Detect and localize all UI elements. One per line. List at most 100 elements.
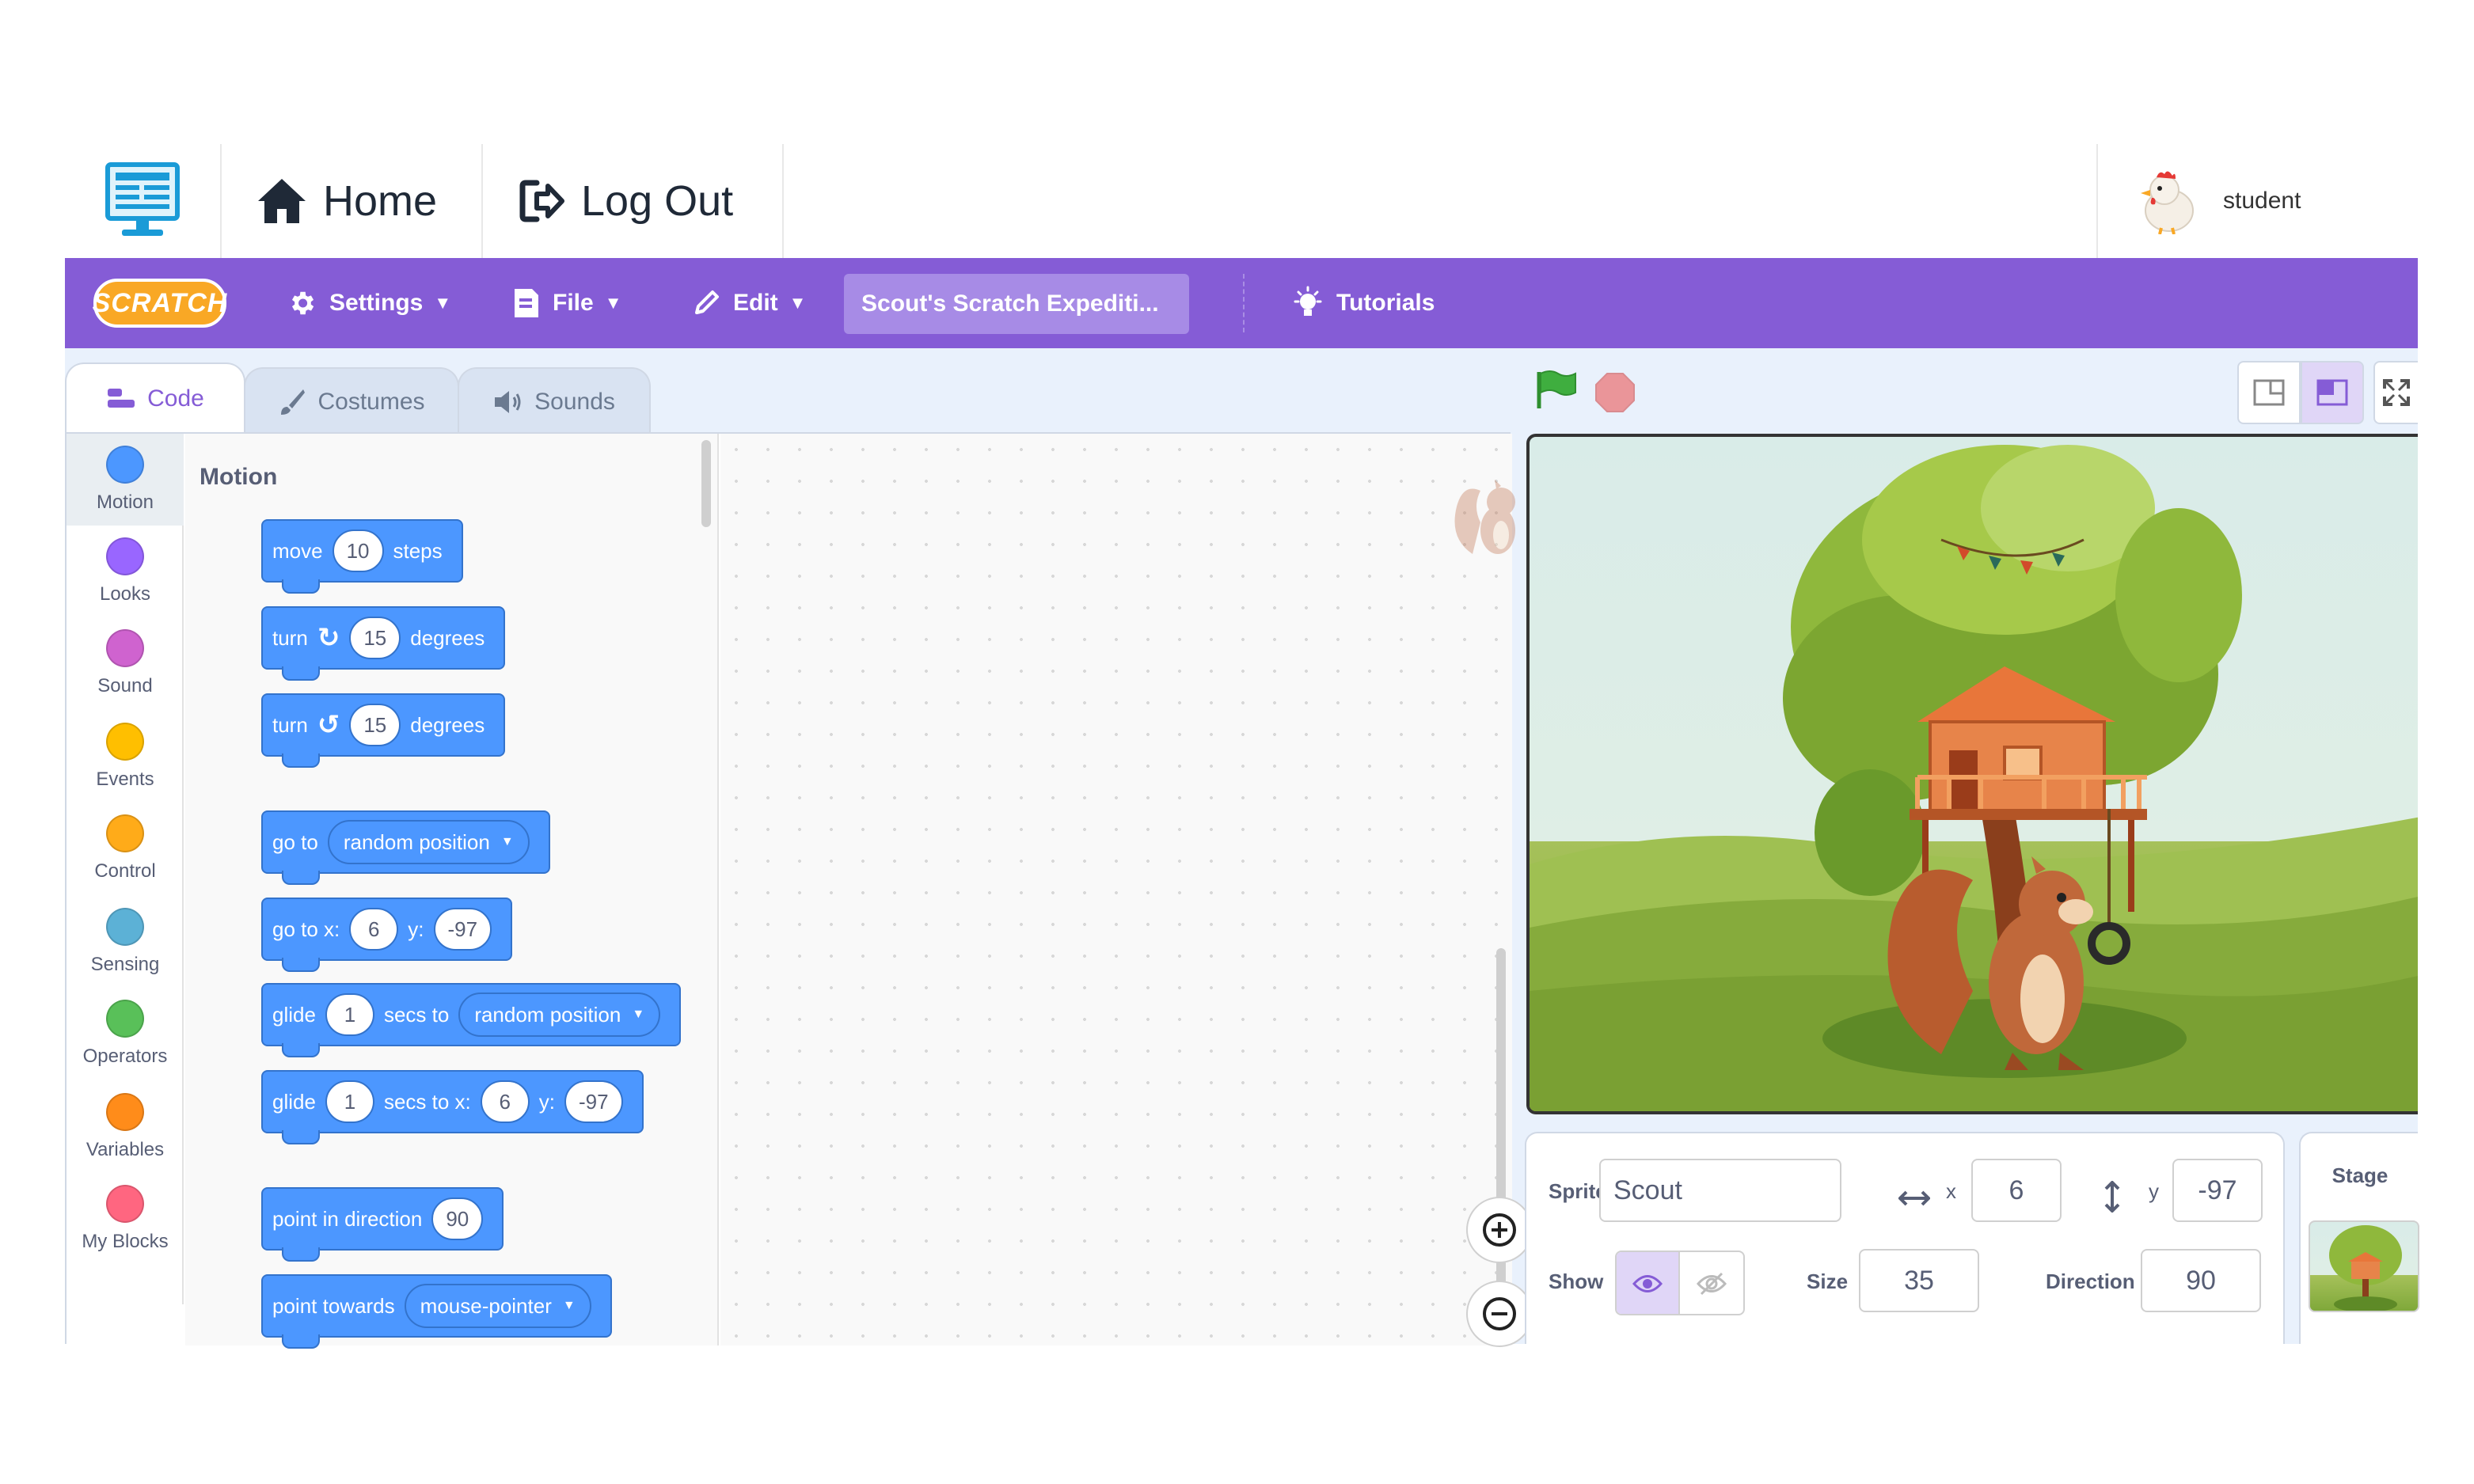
site-header: Home Log Out student bbox=[65, 144, 2418, 258]
project-title-input[interactable]: Scout's Scratch Expediti... bbox=[844, 274, 1189, 334]
category-label: My Blocks bbox=[82, 1231, 169, 1252]
block-number-input[interactable]: 1 bbox=[325, 993, 374, 1036]
block-number-input[interactable]: -97 bbox=[433, 908, 492, 951]
category-label: Variables bbox=[86, 1139, 165, 1160]
palette-scrollbar[interactable] bbox=[701, 440, 711, 527]
block-number-input[interactable]: -97 bbox=[564, 1080, 623, 1123]
category-looks[interactable]: Looks bbox=[67, 526, 184, 617]
normal-stage-icon bbox=[2316, 379, 2348, 406]
category-my-blocks[interactable]: My Blocks bbox=[67, 1173, 184, 1265]
site-logo[interactable] bbox=[65, 144, 222, 258]
vertical-arrows-icon bbox=[2104, 1181, 2120, 1213]
block-go-to-xy[interactable]: go to x: 6 y: -97 bbox=[261, 898, 513, 972]
menu-divider bbox=[1243, 274, 1245, 332]
zoom-in-button[interactable] bbox=[1466, 1197, 1533, 1263]
brush-icon bbox=[281, 389, 306, 415]
block-glide-xy[interactable]: glide 1 secs to x: 6 y: -97 bbox=[261, 1070, 644, 1144]
block-number-input[interactable]: 6 bbox=[480, 1080, 530, 1123]
block-dropdown[interactable]: random position bbox=[327, 820, 530, 864]
block-dropdown[interactable]: mouse-pointer bbox=[404, 1284, 591, 1328]
show-label: Show bbox=[1549, 1270, 1604, 1293]
chevron-down-icon: ▼ bbox=[604, 293, 622, 313]
edit-label: Edit bbox=[733, 290, 778, 316]
category-events[interactable]: Events bbox=[67, 711, 184, 803]
direction-input[interactable]: 90 bbox=[2141, 1249, 2261, 1312]
small-stage-icon bbox=[2253, 379, 2285, 406]
settings-menu[interactable]: Settings ▼ bbox=[287, 258, 451, 348]
block-text: secs to x: bbox=[383, 1089, 471, 1114]
stage-panel-title: Stage bbox=[2331, 1163, 2388, 1187]
block-point-in-direction[interactable]: point in direction 90 bbox=[261, 1187, 504, 1262]
file-label: File bbox=[553, 290, 594, 316]
chicken-avatar-icon bbox=[2141, 171, 2194, 234]
tab-costumes[interactable]: Costumes bbox=[244, 367, 459, 435]
block-glide-to[interactable]: glide 1 secs to random position bbox=[261, 983, 682, 1057]
block-turn-left[interactable]: turn ↺ 15 degrees bbox=[261, 693, 506, 768]
block-number-input[interactable]: 15 bbox=[349, 704, 401, 746]
fullscreen-button[interactable] bbox=[2373, 361, 2418, 424]
category-sound[interactable]: Sound bbox=[67, 617, 184, 709]
category-label: Looks bbox=[99, 583, 151, 605]
block-number-input[interactable]: 15 bbox=[349, 617, 401, 659]
stage-selector-panel[interactable]: Stage bbox=[2299, 1132, 2419, 1344]
tab-sounds[interactable]: Sounds bbox=[458, 367, 651, 435]
size-label: Size bbox=[1807, 1270, 1849, 1293]
category-dot bbox=[106, 1000, 144, 1038]
home-link[interactable]: Home bbox=[222, 144, 483, 258]
user-name: student bbox=[2223, 188, 2301, 214]
tutorials-button[interactable]: Tutorials bbox=[1292, 258, 1435, 348]
block-number-input[interactable]: 6 bbox=[349, 908, 399, 951]
small-stage-button[interactable] bbox=[2237, 361, 2301, 424]
script-area[interactable] bbox=[720, 434, 1533, 1347]
logout-link[interactable]: Log Out bbox=[483, 144, 784, 258]
normal-stage-button[interactable] bbox=[2301, 361, 2364, 424]
category-dot bbox=[106, 723, 144, 761]
block-number-input[interactable]: 90 bbox=[431, 1197, 484, 1240]
horizontal-arrows-icon bbox=[1898, 1190, 1930, 1206]
treehouse-backdrop bbox=[1530, 445, 2418, 1111]
file-icon bbox=[515, 289, 538, 317]
user-menu[interactable]: student bbox=[2096, 144, 2418, 258]
tab-code[interactable]: Code bbox=[65, 362, 245, 434]
scratch-logo[interactable]: SCRATCH bbox=[93, 279, 226, 328]
block-text: move bbox=[272, 538, 323, 563]
show-toggle bbox=[1615, 1251, 1745, 1315]
stage-canvas[interactable] bbox=[1526, 434, 2418, 1114]
block-text: point towards bbox=[272, 1293, 395, 1318]
block-dropdown[interactable]: random position bbox=[458, 992, 661, 1037]
green-flag-icon[interactable] bbox=[1534, 369, 1579, 410]
block-number-input[interactable]: 1 bbox=[325, 1080, 374, 1123]
block-text: secs to bbox=[383, 1002, 450, 1027]
block-text: degrees bbox=[410, 712, 485, 737]
edit-menu[interactable]: Edit ▼ bbox=[692, 258, 806, 348]
block-number-input[interactable]: 10 bbox=[332, 529, 384, 572]
block-text: y: bbox=[408, 917, 424, 941]
file-menu[interactable]: File ▼ bbox=[513, 258, 621, 348]
block-point-towards[interactable]: point towards mouse-pointer bbox=[261, 1274, 612, 1349]
block-move-steps[interactable]: move 10 steps bbox=[261, 519, 463, 594]
category-variables[interactable]: Variables bbox=[67, 1081, 184, 1173]
category-dot bbox=[106, 446, 144, 484]
category-motion[interactable]: Motion bbox=[67, 434, 184, 526]
block-turn-right[interactable]: turn ↻ 15 degrees bbox=[261, 606, 506, 681]
category-dot bbox=[106, 908, 144, 946]
category-operators[interactable]: Operators bbox=[67, 988, 184, 1080]
category-control[interactable]: Control bbox=[67, 803, 184, 894]
size-input[interactable]: 35 bbox=[1859, 1249, 1979, 1312]
block-text: steps bbox=[393, 538, 443, 563]
stage-thumbnail[interactable] bbox=[2309, 1220, 2419, 1312]
category-label: Control bbox=[94, 860, 156, 882]
show-hidden-button[interactable] bbox=[1680, 1252, 1743, 1314]
sprite-info-panel: Sprite Scout x 6 y -97 Show Size 35 Dire… bbox=[1525, 1132, 2285, 1344]
show-visible-button[interactable] bbox=[1617, 1252, 1681, 1314]
category-sensing[interactable]: Sensing bbox=[67, 896, 184, 988]
sprite-name-input[interactable]: Scout bbox=[1599, 1159, 1841, 1222]
sprite-label: Sprite bbox=[1549, 1179, 1607, 1203]
category-dot bbox=[106, 537, 144, 575]
y-input[interactable]: -97 bbox=[2172, 1159, 2263, 1222]
stop-icon[interactable] bbox=[1594, 372, 1636, 413]
x-input[interactable]: 6 bbox=[1971, 1159, 2062, 1222]
zoom-out-button[interactable] bbox=[1466, 1281, 1533, 1347]
block-text: go to x: bbox=[272, 917, 340, 941]
block-go-to[interactable]: go to random position bbox=[261, 810, 550, 885]
